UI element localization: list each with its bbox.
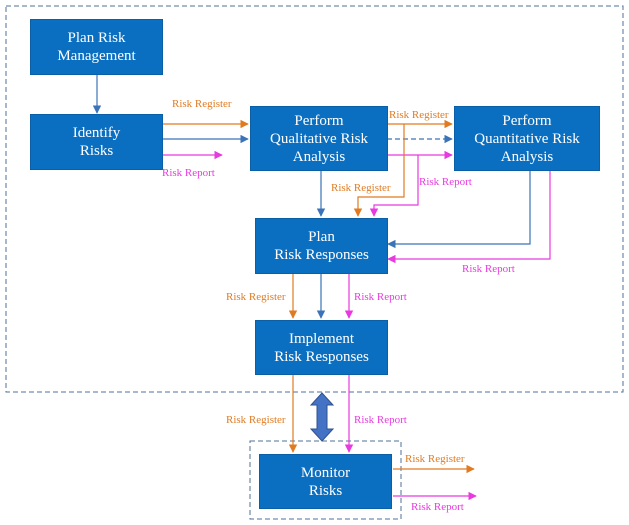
label-risk-report: Risk Report xyxy=(354,414,407,426)
label-risk-register: Risk Register xyxy=(172,98,232,110)
label-risk-report: Risk Report xyxy=(419,176,472,188)
node-text: Implement xyxy=(289,330,354,347)
node-implement-risk-responses: Implement Risk Responses xyxy=(255,320,388,375)
node-text: Risks xyxy=(79,143,114,159)
label-risk-report: Risk Report xyxy=(411,501,464,513)
node-perform-qualitative-risk-analysis: Perform Qualitative Risk Analysis xyxy=(250,106,388,171)
node-text: Perform xyxy=(294,112,344,129)
risk-management-process-diagram: Plan Risk Management Identify Risks Perf… xyxy=(0,0,629,525)
label-risk-register: Risk Register xyxy=(405,453,465,465)
node-text: Risks xyxy=(308,482,343,499)
node-text: Plan xyxy=(308,229,335,245)
node-monitor-risks: Monitor Risks xyxy=(259,454,392,509)
node-text: Qualitative Risk xyxy=(270,130,368,147)
node-text: Management xyxy=(57,48,136,64)
label-risk-report: Risk Report xyxy=(162,167,215,179)
double-arrow-icon xyxy=(309,392,335,442)
node-text: Perform xyxy=(502,112,552,129)
label-risk-register: Risk Register xyxy=(226,414,286,426)
node-text: Risk Responses xyxy=(274,247,369,263)
node-text: Risk Responses xyxy=(274,348,369,365)
node-text: Analysis xyxy=(292,148,346,165)
label-risk-register: Risk Register xyxy=(389,109,449,121)
node-text: Identify xyxy=(72,125,121,141)
node-text: Monitor xyxy=(300,464,351,481)
label-risk-register: Risk Register xyxy=(331,182,391,194)
label-risk-register: Risk Register xyxy=(226,291,286,303)
node-perform-quantitative-risk-analysis: Perform Quantitative Risk Analysis xyxy=(454,106,600,171)
label-risk-report: Risk Report xyxy=(462,263,515,275)
label-risk-report: Risk Report xyxy=(354,291,407,303)
node-plan-risk-responses: Plan Risk Responses xyxy=(255,218,388,274)
node-text: Analysis xyxy=(500,148,554,165)
node-identify-risks: Identify Risks xyxy=(30,114,163,170)
node-plan-risk-management: Plan Risk Management xyxy=(30,19,163,75)
node-text: Plan Risk xyxy=(67,30,126,46)
node-text: Quantitative Risk xyxy=(474,130,580,147)
